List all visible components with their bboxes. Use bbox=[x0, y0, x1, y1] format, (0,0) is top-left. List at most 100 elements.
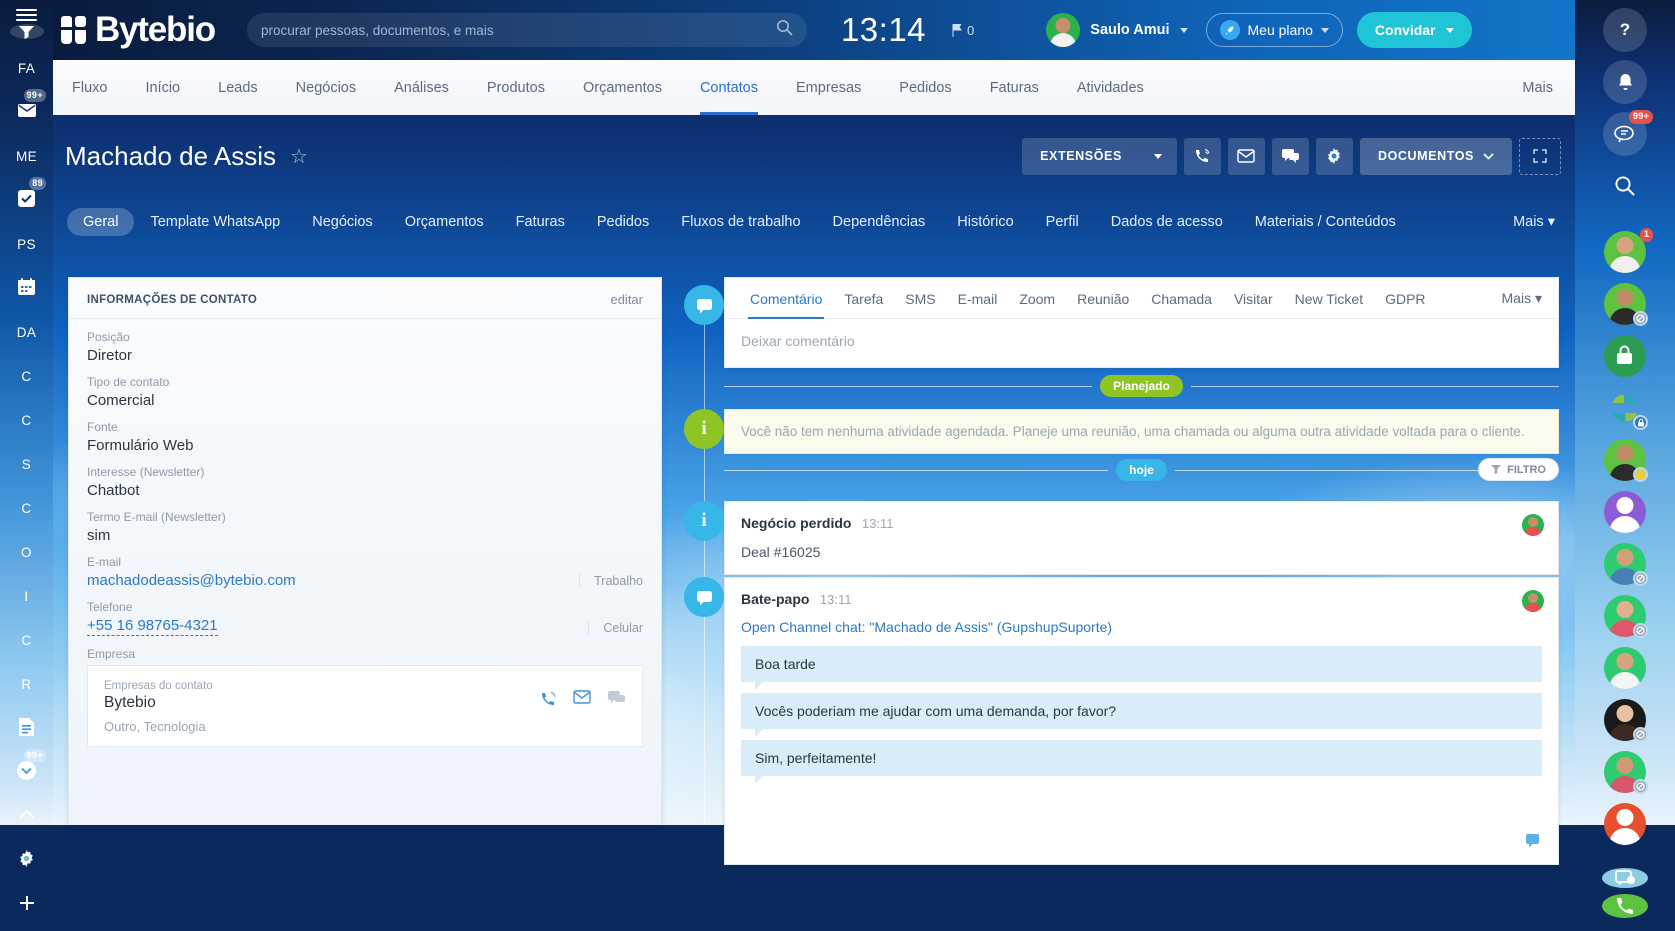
email-button[interactable] bbox=[1228, 138, 1265, 175]
flag-counter[interactable]: 0 bbox=[952, 23, 974, 38]
call-button[interactable] bbox=[1184, 138, 1221, 175]
phone-icon[interactable] bbox=[539, 690, 557, 713]
nav-more[interactable]: Mais bbox=[1522, 80, 1575, 96]
editor-tab-sms[interactable]: SMS bbox=[894, 278, 946, 318]
search-icon[interactable] bbox=[776, 19, 793, 41]
nav-item-fluxo[interactable]: Fluxo bbox=[53, 60, 126, 115]
plus-icon[interactable] bbox=[0, 887, 53, 921]
editor-tab-coment-rio[interactable]: Comentário bbox=[739, 278, 833, 318]
editor-tab-zoom[interactable]: Zoom bbox=[1008, 278, 1066, 318]
task-check-icon[interactable]: 89 bbox=[0, 183, 53, 217]
nav-item-an-lises[interactable]: Análises bbox=[375, 60, 468, 115]
extensions-dropdown-button[interactable] bbox=[1140, 138, 1177, 175]
rail-item-da[interactable]: DA bbox=[0, 315, 53, 349]
nav-item-neg-cios[interactable]: Negócios bbox=[277, 60, 375, 115]
filter-button[interactable]: FILTRO bbox=[1478, 458, 1559, 481]
global-search[interactable] bbox=[247, 13, 807, 47]
extensions-button[interactable]: EXTENSÕES bbox=[1022, 138, 1140, 175]
entity-tab-pedidos[interactable]: Pedidos bbox=[581, 208, 665, 236]
entity-tabs-more[interactable]: Mais ▾ bbox=[1513, 214, 1575, 230]
expand-button[interactable] bbox=[1519, 138, 1561, 175]
entity-tab-geral[interactable]: Geral bbox=[67, 208, 134, 236]
person-icon[interactable] bbox=[1603, 490, 1647, 534]
messages-button[interactable]: 99+ bbox=[1603, 112, 1647, 156]
contact-avatar[interactable] bbox=[1603, 438, 1647, 482]
editor-tab-new-ticket[interactable]: New Ticket bbox=[1284, 278, 1374, 318]
rail-item-ps[interactable]: PS bbox=[0, 227, 53, 261]
phone-button[interactable] bbox=[1602, 894, 1648, 918]
rail-item-o[interactable]: O bbox=[0, 535, 53, 569]
invite-button[interactable]: Convidar bbox=[1357, 12, 1472, 48]
rail-item-c[interactable]: C bbox=[0, 403, 53, 437]
rail-item-c[interactable]: C bbox=[0, 623, 53, 657]
rail-item-s[interactable]: S bbox=[0, 447, 53, 481]
rail-item-c[interactable]: C bbox=[0, 359, 53, 393]
user-menu[interactable]: Saulo Amui bbox=[1046, 13, 1187, 47]
entity-tab-faturas[interactable]: Faturas bbox=[500, 208, 581, 236]
chevron-up-icon[interactable] bbox=[0, 799, 53, 833]
chat-button[interactable] bbox=[1272, 138, 1309, 175]
open-channel-button[interactable] bbox=[1602, 868, 1648, 888]
hamburger-icon[interactable] bbox=[0, 6, 53, 24]
help-button[interactable]: ? bbox=[1603, 8, 1647, 52]
entity-tab-or-amentos[interactable]: Orçamentos bbox=[389, 208, 500, 236]
entity-tab-neg-cios[interactable]: Negócios bbox=[296, 208, 388, 236]
nav-item-atividades[interactable]: Atividades bbox=[1058, 60, 1163, 115]
document-icon[interactable] bbox=[0, 711, 53, 745]
company-card[interactable]: Empresas do contatoBytebioOutro, Tecnolo… bbox=[87, 665, 643, 747]
rail-item-fa[interactable]: FA bbox=[0, 51, 53, 85]
nav-item-contatos[interactable]: Contatos bbox=[681, 60, 777, 115]
contact-avatar[interactable]: 1 bbox=[1603, 230, 1647, 274]
entry-link[interactable]: Open Channel chat: "Machado de Assis" (G… bbox=[741, 619, 1542, 635]
entity-tab-template-whatsapp[interactable]: Template WhatsApp bbox=[134, 208, 296, 236]
contact-avatar[interactable] bbox=[1603, 698, 1647, 742]
contact-avatar[interactable] bbox=[1603, 594, 1647, 638]
editor-tab-e-mail[interactable]: E-mail bbox=[947, 278, 1009, 318]
search-input[interactable] bbox=[261, 23, 776, 38]
entity-tab-fluxos-de-trabalho[interactable]: Fluxos de trabalho bbox=[665, 208, 816, 236]
entity-tab-materiais---conte-dos[interactable]: Materiais / Conteúdos bbox=[1239, 208, 1412, 236]
settings-button[interactable] bbox=[1316, 138, 1353, 175]
contact-avatar[interactable] bbox=[1603, 542, 1647, 586]
entity-tab-dados-de-acesso[interactable]: Dados de acesso bbox=[1095, 208, 1239, 236]
rail-item-c[interactable]: C bbox=[0, 491, 53, 525]
rail-item-i[interactable]: I bbox=[0, 579, 53, 613]
my-plan-button[interactable]: Meu plano bbox=[1206, 13, 1343, 47]
entity-tab-depend-ncias[interactable]: Dependências bbox=[817, 208, 942, 236]
field-value[interactable]: +55 16 98765-4321 bbox=[87, 617, 218, 636]
edit-link[interactable]: editar bbox=[610, 292, 643, 307]
comment-input[interactable]: Deixar comentário bbox=[725, 319, 1558, 367]
chevron-down-circle-icon[interactable]: 99+ bbox=[0, 755, 53, 789]
entity-tab-hist-rico[interactable]: Histórico bbox=[941, 208, 1029, 236]
nav-item-or-amentos[interactable]: Orçamentos bbox=[564, 60, 681, 115]
group-icon[interactable] bbox=[1603, 386, 1647, 430]
envelope-icon[interactable]: 99+ bbox=[0, 95, 53, 129]
app-logo[interactable]: Bytebio bbox=[61, 10, 215, 50]
nav-item-pedidos[interactable]: Pedidos bbox=[880, 60, 970, 115]
nav-item-in-cio[interactable]: Início bbox=[126, 60, 199, 115]
lock-icon[interactable] bbox=[1603, 334, 1647, 378]
entity-tab-perfil[interactable]: Perfil bbox=[1030, 208, 1095, 236]
notifications-button[interactable] bbox=[1603, 60, 1647, 104]
nav-item-empresas[interactable]: Empresas bbox=[777, 60, 880, 115]
nav-item-leads[interactable]: Leads bbox=[199, 60, 277, 115]
editor-tab-reuni-o[interactable]: Reunião bbox=[1066, 278, 1140, 318]
envelope-icon[interactable] bbox=[573, 690, 591, 713]
documents-button[interactable]: DOCUMENTOS bbox=[1360, 138, 1512, 175]
field-value[interactable]: machadodeassis@bytebio.com bbox=[87, 572, 643, 589]
calendar-icon[interactable] bbox=[0, 271, 53, 305]
rail-item-r[interactable]: R bbox=[0, 667, 53, 701]
editor-tab-tarefa[interactable]: Tarefa bbox=[833, 278, 894, 318]
nav-item-faturas[interactable]: Faturas bbox=[971, 60, 1058, 115]
chat-reply-icon[interactable] bbox=[1525, 833, 1544, 854]
editor-tabs-more[interactable]: Mais ▾ bbox=[1502, 290, 1544, 307]
editor-tab-visitar[interactable]: Visitar bbox=[1223, 278, 1284, 318]
editor-tab-gdpr[interactable]: GDPR bbox=[1374, 278, 1436, 318]
search-button[interactable] bbox=[1603, 164, 1647, 208]
funnel-icon[interactable] bbox=[10, 24, 44, 39]
chat-icon[interactable] bbox=[607, 690, 626, 713]
rail-item-me[interactable]: ME bbox=[0, 139, 53, 173]
person-icon[interactable] bbox=[1603, 802, 1647, 846]
editor-tab-chamada[interactable]: Chamada bbox=[1140, 278, 1223, 318]
gear-icon[interactable] bbox=[0, 843, 53, 877]
